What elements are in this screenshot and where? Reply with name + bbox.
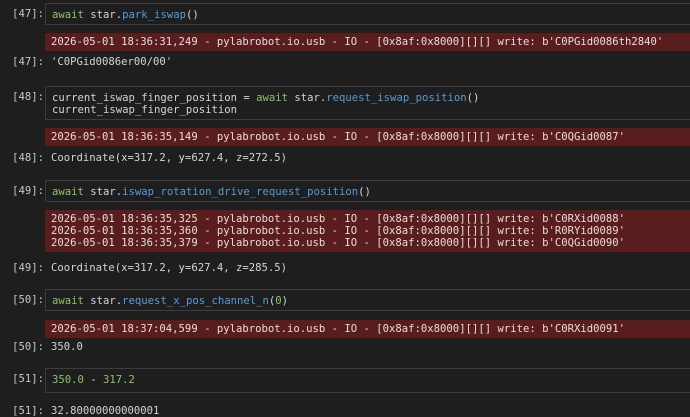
cell-input-label: [47]: [12,8,44,20]
cell-input-label: [49]: [12,185,44,197]
code-token: - [83,374,104,386]
log-line: 2026-05-01 18:36:31,249 - pylabrobot.io.… [51,36,664,48]
code-token: iswap_rotation_drive_request_position [122,186,359,198]
cell-output-label: [51]: [12,405,44,417]
code-token: request_iswap_position [326,92,467,104]
code-token: await [256,92,288,104]
code-token: await [52,295,84,307]
code-input-cell[interactable]: await star.request_x_pos_channel_n(0) [45,289,690,311]
code-token: () [185,9,199,21]
code-input-cell[interactable]: await star.iswap_rotation_drive_request_… [45,180,690,202]
cell-output-label: [49]: [12,262,44,274]
log-line: 2026-05-01 18:36:35,325 - pylabrobot.io.… [51,213,626,225]
cell-input-label: [50]: [12,294,44,306]
code-line: current_iswap_finger_position [52,104,690,116]
code-token: current_iswap_finger_position [52,104,237,116]
log-output: 2026-05-01 18:37:04,599 - pylabrobot.io.… [45,320,690,338]
code-token: await [52,9,84,21]
cell-input-label: [48]: [12,91,44,103]
code-token: 350.0 [52,374,84,386]
code-line: await star.park_iswap() [52,9,690,21]
code-line: await star.iswap_rotation_drive_request_… [52,186,690,198]
code-token: await [52,186,84,198]
code-line: await star.request_x_pos_channel_n(0) [52,295,690,307]
code-token: ) [281,295,289,307]
code-line: 350.0 - 317.2 [52,374,690,386]
log-output: 2026-05-01 18:36:35,325 - pylabrobot.io.… [45,210,690,252]
code-token: request_x_pos_channel_n [122,295,269,307]
code-input-cell[interactable]: current_iswap_finger_position = await st… [45,86,690,120]
cell-output-label: [50]: [12,341,44,353]
code-token: star. [83,186,123,198]
log-line: 2026-05-01 18:36:35,360 - pylabrobot.io.… [51,225,626,237]
log-line: 2026-05-01 18:36:35,379 - pylabrobot.io.… [51,237,626,249]
cell-output-label: [48]: [12,152,44,164]
cell-output-text: 32.80000000000001 [51,405,160,417]
code-token: current_iswap_finger_position = [52,92,257,104]
code-token: 317.2 [103,374,135,386]
code-input-cell[interactable]: await star.park_iswap() [45,3,690,25]
cell-output-text: 350.0 [51,341,83,353]
code-line: current_iswap_finger_position = await st… [52,92,690,104]
log-line: 2026-05-01 18:37:04,599 - pylabrobot.io.… [51,323,626,335]
code-token: () [358,186,371,198]
log-output: 2026-05-01 18:36:35,149 - pylabrobot.io.… [45,128,690,146]
cell-output-text: 'C0PGid0086er00/00' [51,56,173,68]
code-token: star. [288,92,327,104]
code-token: park_iswap [122,9,186,21]
cell-output-text: Coordinate(x=317.2, y=627.4, z=272.5) [51,152,287,164]
code-token: star. [83,9,123,21]
log-output: 2026-05-01 18:36:31,249 - pylabrobot.io.… [45,33,690,51]
code-input-cell[interactable]: 350.0 - 317.2 [45,368,690,393]
cell-input-label: [51]: [12,373,44,385]
cell-output-label: [47]: [12,56,44,68]
cell-output-text: Coordinate(x=317.2, y=627.4, z=285.5) [51,262,287,274]
code-token: star. [83,295,123,307]
log-line: 2026-05-01 18:36:35,149 - pylabrobot.io.… [51,131,626,143]
code-token: () [466,92,480,104]
